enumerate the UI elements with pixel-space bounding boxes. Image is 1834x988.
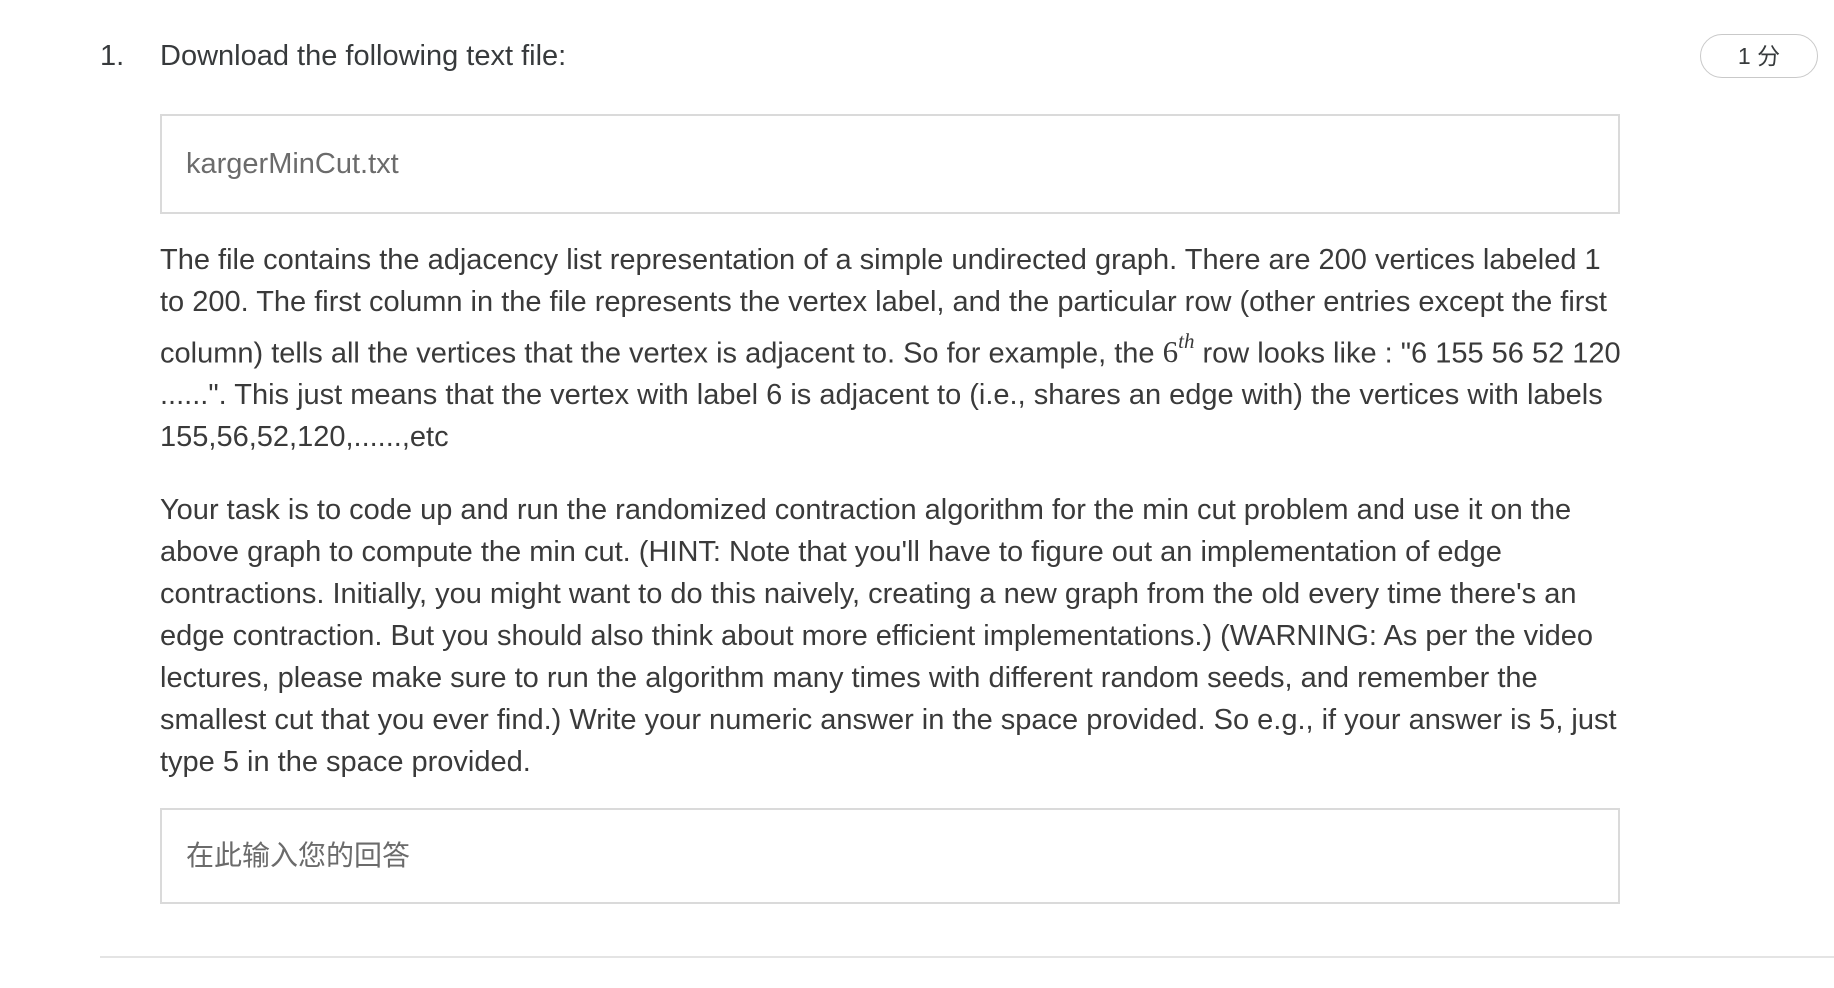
question-number: 1. [100,40,125,72]
math-6th: 6th [1162,329,1195,370]
divider [100,956,1834,958]
question-prompt: Download the following text file: [160,40,567,72]
description-paragraph-2: Your task is to code up and run the rand… [160,494,1617,778]
points-badge: 1 分 [1700,34,1818,78]
file-download-box: kargerMinCut.txt [160,114,1620,214]
description-paragraph-1: The file contains the adjacency list rep… [160,239,1630,458]
answer-input[interactable] [162,810,1618,902]
answer-box [160,808,1620,904]
file-download-link[interactable]: kargerMinCut.txt [186,146,399,182]
math-base: 6 [1162,334,1179,370]
math-superscript: th [1178,329,1195,353]
